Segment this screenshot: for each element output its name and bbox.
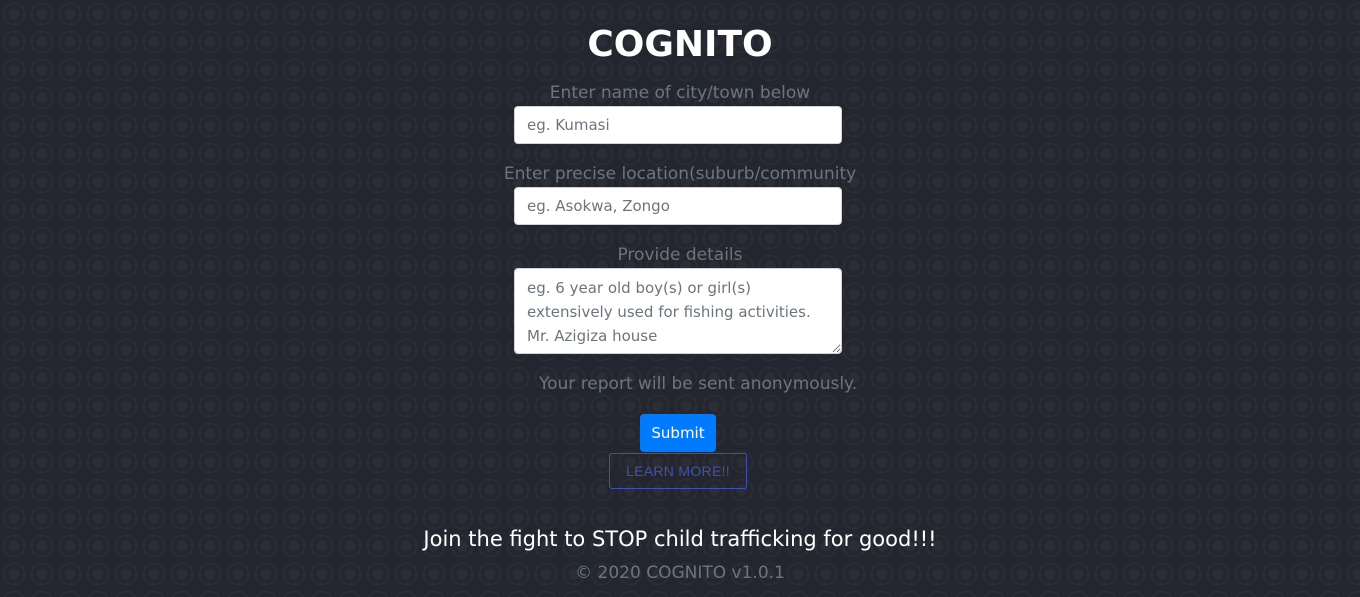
city-input[interactable] — [514, 106, 842, 144]
location-label: Enter precise location(suburb/community — [503, 164, 857, 184]
details-label: Provide details — [617, 245, 743, 265]
anonymous-note: Your report will be sent anonymously. — [539, 374, 858, 394]
learn-more-button[interactable]: LEARN MORE!! — [609, 453, 747, 489]
submit-button[interactable]: Submit — [640, 414, 716, 452]
app-title: COGNITO — [587, 24, 773, 65]
copyright: © 2020 COGNITO v1.0.1 — [575, 563, 785, 583]
details-textarea[interactable] — [514, 268, 842, 354]
city-label: Enter name of city/town below — [549, 83, 811, 103]
tagline: Join the fight to STOP child trafficking… — [423, 527, 937, 551]
location-input[interactable] — [514, 187, 842, 225]
